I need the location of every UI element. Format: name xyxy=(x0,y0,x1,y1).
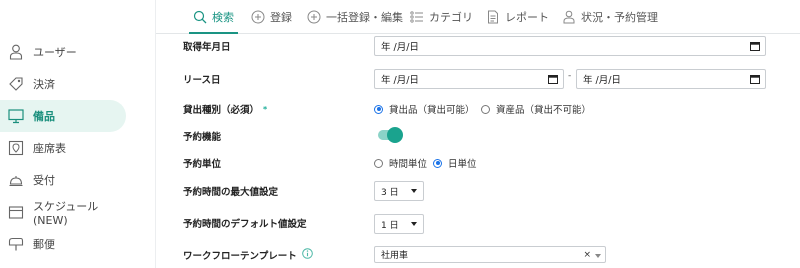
tag-icon xyxy=(8,76,24,92)
tab-label: レポート xyxy=(505,11,549,24)
reservation-unit-radio-hourly[interactable]: 時間単位 xyxy=(374,156,427,170)
mailbox-icon xyxy=(8,236,24,252)
radio-selected-icon xyxy=(374,104,383,114)
date-placeholder: 年 /月/日 xyxy=(381,75,419,86)
sidebar-item-seating[interactable]: 座席表 xyxy=(0,132,126,164)
reservation-unit-radio-daily[interactable]: 日単位 xyxy=(433,156,477,170)
search-icon xyxy=(193,10,207,24)
plus-circle-icon xyxy=(307,10,321,24)
reservation-feature-label: 予約機能 xyxy=(183,132,222,143)
monitor-icon xyxy=(8,108,24,124)
document-icon xyxy=(486,10,500,24)
select-value: 社用車 xyxy=(381,251,409,261)
sidebar-item-schedule[interactable]: スケジュール(NEW) xyxy=(0,196,126,228)
tab-search[interactable]: 検索 xyxy=(189,0,238,34)
workflow-template-label-text: ワークフローテンプレート xyxy=(183,251,297,262)
person-icon xyxy=(562,10,576,24)
radio-label: 貸出品（貸出可能） xyxy=(389,105,475,116)
list-icon xyxy=(410,10,424,24)
toggle-knob xyxy=(387,127,403,143)
acquisition-date-input[interactable]: 年 /月/日 xyxy=(374,36,766,56)
sidebar-item-label: 郵便 xyxy=(33,238,55,251)
tab-report[interactable]: レポート xyxy=(486,0,549,34)
max-reservation-label: 予約時間の最大値設定 xyxy=(183,187,279,198)
tab-reservation-management[interactable]: 状況・予約管理 xyxy=(562,0,658,34)
tab-register[interactable]: 登録 xyxy=(251,0,292,34)
tab-category[interactable]: カテゴリ xyxy=(410,0,473,34)
tab-bulk-edit[interactable]: 一括登録・編集 xyxy=(307,0,403,34)
plus-circle-icon xyxy=(251,10,265,24)
lease-date-to-input[interactable]: 年 /月/日 xyxy=(576,69,766,89)
date-range-separator: - xyxy=(568,71,572,81)
tab-label: 一括登録・編集 xyxy=(326,11,403,24)
calendar-icon xyxy=(8,204,24,220)
reservation-unit-label: 予約単位 xyxy=(183,159,222,170)
tab-label: 状況・予約管理 xyxy=(581,11,658,24)
loan-type-label-text: 貸出種別（必須） xyxy=(183,105,260,116)
select-value: 1 日 xyxy=(381,220,399,231)
sidebar-item-equipment[interactable]: 備品 xyxy=(0,100,126,132)
sidebar-item-label: スケジュール(NEW) xyxy=(33,199,99,227)
workflow-template-label: ワークフローテンプレート xyxy=(183,248,313,262)
sidebar-item-mail[interactable]: 郵便 xyxy=(0,228,126,260)
top-navigation: 検索 登録 一括登録・編集 カテゴリ レポート 状況・予約管理 xyxy=(156,0,800,34)
sidebar: ユーザー 決済 備品 座席表 受付 スケジュール(NEW) 郵便 xyxy=(0,0,156,268)
reservation-feature-toggle[interactable] xyxy=(378,127,403,143)
calendar-icon[interactable] xyxy=(548,74,558,87)
calendar-icon[interactable] xyxy=(750,41,760,54)
lease-date-from-input[interactable]: 年 /月/日 xyxy=(374,69,564,89)
select-value: 3 日 xyxy=(381,187,399,198)
tab-label: カテゴリ xyxy=(429,11,473,24)
required-mark: * xyxy=(263,104,268,114)
sidebar-item-label: 受付 xyxy=(33,174,55,187)
sidebar-item-reception[interactable]: 受付 xyxy=(0,164,126,196)
tab-label: 検索 xyxy=(212,11,234,24)
radio-unselected-icon xyxy=(374,158,383,168)
sidebar-item-label: 決済 xyxy=(33,78,55,91)
radio-label: 日単位 xyxy=(448,159,477,170)
map-pin-icon xyxy=(8,140,24,156)
date-placeholder: 年 /月/日 xyxy=(583,75,621,86)
radio-unselected-icon xyxy=(481,104,490,114)
chevron-down-icon xyxy=(411,189,417,193)
sidebar-item-label: 座席表 xyxy=(33,142,66,155)
calendar-icon[interactable] xyxy=(750,74,760,87)
loan-type-radio-asset[interactable]: 資産品（貸出不可能） xyxy=(481,102,591,116)
workflow-template-select[interactable]: 社用車 × xyxy=(374,246,606,263)
bell-icon xyxy=(8,172,24,188)
radio-label: 資産品（貸出不可能） xyxy=(496,105,592,116)
sidebar-item-label: 備品 xyxy=(33,110,55,123)
sidebar-item-payment[interactable]: 決済 xyxy=(0,68,126,100)
acquisition-date-label: 取得年月日 xyxy=(183,42,231,53)
radio-label: 時間単位 xyxy=(389,159,428,170)
loan-type-label: 貸出種別（必須） * xyxy=(183,102,268,117)
app: ユーザー 決済 備品 座席表 受付 スケジュール(NEW) 郵便 検索 登録 一… xyxy=(0,0,800,268)
tab-label: 登録 xyxy=(270,11,292,24)
radio-selected-icon xyxy=(433,158,442,168)
info-icon[interactable] xyxy=(301,248,313,262)
max-reservation-select[interactable]: 3 日 xyxy=(374,181,424,201)
equipment-form: 取得年月日 年 /月/日 リース日 年 /月/日 - 年 /月/日 貸出種別（必… xyxy=(156,34,800,268)
date-placeholder: 年 /月/日 xyxy=(381,42,419,53)
chevron-down-icon xyxy=(411,222,417,226)
default-reservation-select[interactable]: 1 日 xyxy=(374,214,424,234)
clear-icon[interactable]: × xyxy=(583,250,591,260)
default-reservation-label: 予約時間のデフォルト値設定 xyxy=(183,219,307,230)
chevron-down-icon xyxy=(595,254,601,258)
lease-date-label: リース日 xyxy=(183,75,221,86)
sidebar-item-label: ユーザー xyxy=(33,46,77,59)
loan-type-radio-loanable[interactable]: 貸出品（貸出可能） xyxy=(374,102,475,116)
sidebar-item-users[interactable]: ユーザー xyxy=(0,36,126,68)
user-icon xyxy=(8,44,24,60)
